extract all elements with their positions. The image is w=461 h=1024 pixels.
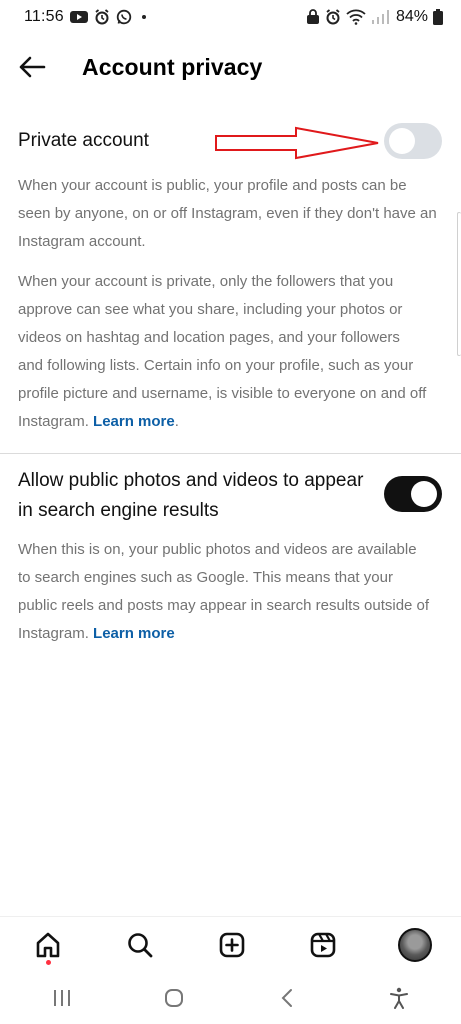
home-button-icon	[165, 989, 184, 1007]
search-engine-label: Allow public photos and videos to appear…	[18, 466, 363, 526]
description-line: When this is on, your public photos and …	[18, 541, 417, 558]
search-engine-section: Allow public photos and videos to appear…	[0, 0, 461, 660]
nav-create[interactable]	[214, 927, 250, 963]
bottom-nav	[0, 916, 461, 972]
search-engine-toggle[interactable]	[384, 476, 442, 512]
description-line: to search engines such as Google. This m…	[18, 569, 393, 586]
description-line-last: Instagram. Learn more	[18, 620, 438, 648]
system-nav-bar	[0, 972, 461, 1024]
reels-icon	[310, 932, 336, 957]
accessibility-icon	[389, 987, 408, 1009]
label-line: Allow public photos and videos to appear	[18, 470, 364, 491]
home-button[interactable]	[144, 978, 204, 1018]
toggle-knob	[411, 481, 437, 507]
recent-apps-button[interactable]	[32, 978, 92, 1018]
create-icon	[219, 932, 244, 957]
nav-profile[interactable]	[397, 927, 433, 963]
search-engine-description: When this is on, your public photos and …	[18, 536, 438, 648]
nav-reels[interactable]	[305, 927, 341, 963]
back-icon	[281, 989, 292, 1007]
accessibility-button[interactable]	[369, 978, 429, 1018]
system-back-button[interactable]	[257, 978, 317, 1018]
learn-more-link[interactable]: Learn more	[93, 625, 175, 642]
label-line: in search engine results	[18, 500, 219, 521]
description-text: Instagram.	[18, 625, 94, 642]
profile-avatar	[398, 927, 432, 962]
description-line: public reels and posts may appear in sea…	[18, 597, 430, 614]
search-icon	[127, 932, 153, 957]
recent-apps-icon	[54, 990, 71, 1006]
nav-search[interactable]	[122, 927, 158, 963]
notification-dot	[46, 959, 51, 965]
nav-home[interactable]	[30, 927, 66, 965]
home-icon	[36, 932, 60, 957]
